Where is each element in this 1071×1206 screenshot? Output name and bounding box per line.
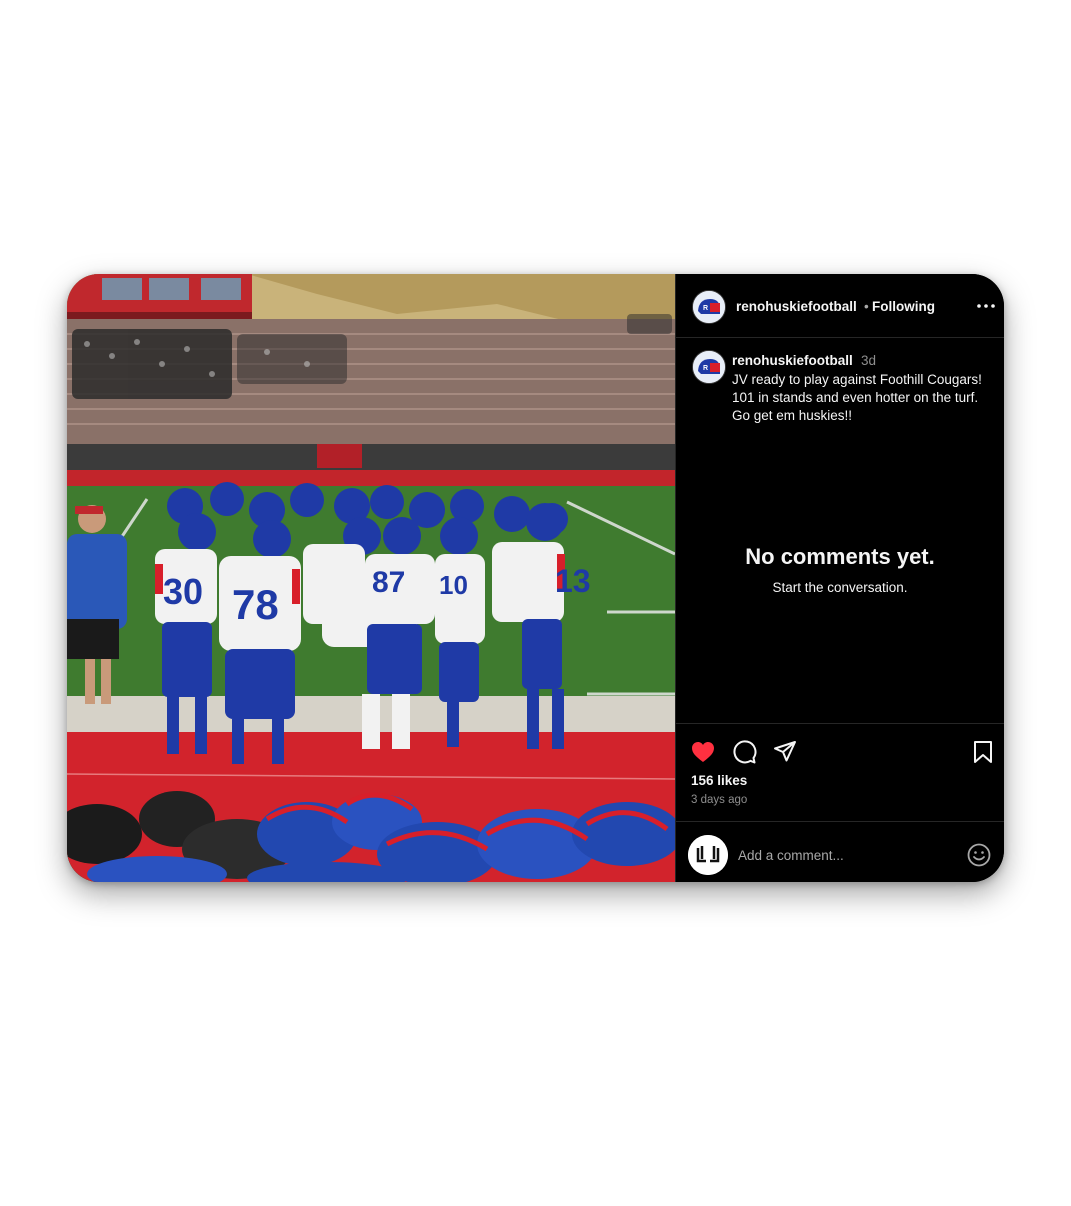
jersey-number: 87 xyxy=(372,566,405,599)
caption-avatar[interactable]: R xyxy=(692,350,726,384)
caption-time[interactable]: 3d xyxy=(861,353,876,368)
post-username[interactable]: renohuskiefootball xyxy=(736,299,857,314)
comment-input[interactable] xyxy=(736,844,960,866)
jersey-number: 30 xyxy=(163,571,203,612)
more-horizontal-icon[interactable] xyxy=(976,296,996,316)
heart-filled-icon[interactable] xyxy=(690,739,716,765)
post-date[interactable]: 3 days ago xyxy=(691,794,747,806)
svg-text:R: R xyxy=(703,305,708,312)
profile-avatar[interactable]: R xyxy=(692,290,726,324)
likes-count[interactable]: 156 likes xyxy=(691,773,747,788)
following-button[interactable]: Following xyxy=(872,299,935,314)
svg-text:R: R xyxy=(703,365,708,372)
jersey-number: 78 xyxy=(232,581,279,628)
caption-text: JV ready to play against Foothill Cougar… xyxy=(732,372,982,424)
separator-dot: • xyxy=(864,299,869,314)
caption-username[interactable]: renohuskiefootball xyxy=(732,353,853,368)
post-side-panel: R renohuskiefootball • Following R renoh… xyxy=(675,274,1004,882)
post-header: R renohuskiefootball • Following xyxy=(676,274,1004,338)
send-icon[interactable] xyxy=(772,739,798,765)
emoji-icon[interactable] xyxy=(966,842,992,868)
no-comments-title: No comments yet. xyxy=(745,544,935,569)
jersey-number: 13 xyxy=(555,563,591,599)
comments-empty-state: No comments yet. Start the conversation. xyxy=(676,544,1004,595)
post-actions: 156 likes 3 days ago xyxy=(676,723,1004,822)
post-modal: 30 78 87 10 13 R renohuskiefootball • Fo… xyxy=(67,274,1004,882)
viewer-avatar xyxy=(688,835,728,875)
bookmark-icon[interactable] xyxy=(970,739,996,765)
comment-icon[interactable] xyxy=(731,739,757,765)
post-photo[interactable]: 30 78 87 10 13 xyxy=(67,274,675,882)
add-comment-bar xyxy=(676,821,1004,882)
jersey-number: 10 xyxy=(439,570,468,600)
start-conversation-text: Start the conversation. xyxy=(772,580,908,595)
